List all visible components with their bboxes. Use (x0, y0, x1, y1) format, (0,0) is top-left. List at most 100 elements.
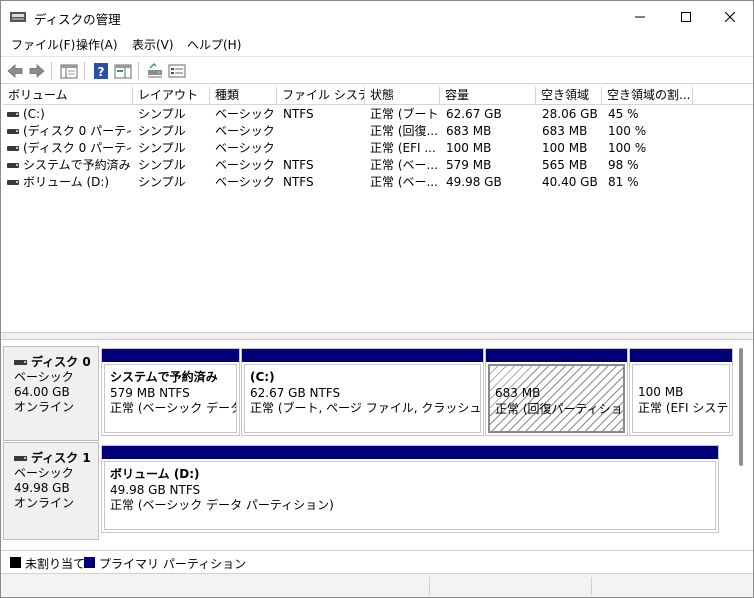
disk-1-status: オンライン (14, 496, 75, 510)
table-row[interactable]: (ディスク 0 パーティシ... シンプル ベーシック 正常 (EFI ... 100 … (3, 140, 753, 157)
maximize-button[interactable] (663, 1, 709, 33)
column-header-capacity[interactable]: 容量 (440, 87, 536, 105)
cell-volume-name: (C:) (23, 107, 45, 121)
partition-bar (102, 446, 718, 459)
partition-size: 683 MB (495, 386, 541, 400)
cell-layout: シンプル (138, 158, 186, 172)
menu-view[interactable]: 表示(V) (132, 36, 174, 53)
pane-splitter[interactable] (1, 332, 753, 340)
cell-type: ベーシック (215, 124, 275, 138)
partition-body-selected: 683 MB 正常 (回復パーティション) (488, 364, 625, 433)
partition-bar (102, 349, 239, 362)
cell-free-percent: 100 % (608, 124, 647, 138)
disk-drive-icon (14, 456, 27, 461)
partition-bar (486, 349, 627, 362)
partition-efi[interactable]: 100 MB 正常 (EFI システム (629, 348, 733, 436)
minimize-button[interactable] (617, 1, 663, 33)
table-row[interactable]: (C:) シンプル ベーシック NTFS 正常 (ブート... 62.67 GB 28.06… (3, 106, 753, 123)
menu-bar: ファイル(F) 操作(A) 表示(V) ヘルプ(H) (1, 33, 753, 55)
cell-capacity: 579 MB (446, 158, 492, 172)
cell-free-space: 100 MB (542, 141, 588, 155)
volume-icon (7, 146, 19, 151)
cell-free-percent: 81 % (608, 175, 639, 189)
cell-volume-name: システムで予約済み (23, 158, 131, 172)
table-row[interactable]: ボリューム (D:) シンプル ベーシック NTFS 正常 (ベー... 49.98 GB… (3, 174, 753, 191)
column-header-volume[interactable]: ボリューム (3, 87, 133, 105)
cell-type: ベーシック (215, 141, 275, 155)
svg-text:?: ? (98, 65, 105, 79)
disk-management-app-icon (10, 12, 26, 22)
partition-recovery[interactable]: 683 MB 正常 (回復パーティション) (485, 348, 628, 436)
vertical-scrollbar-thumb[interactable] (739, 348, 743, 466)
column-header-layout[interactable]: レイアウト (133, 87, 210, 105)
toolbar-separator (138, 62, 139, 80)
cell-free-space: 683 MB (542, 124, 588, 138)
minimize-icon (635, 16, 645, 18)
partition-size: 49.98 GB NTFS (110, 482, 201, 497)
disk-management-window: ディスクの管理 ファイル(F) 操作(A) 表示(V) ヘルプ(H) ? ボリュ… (0, 0, 754, 598)
column-header-free-percent[interactable]: 空き領域の割... (602, 87, 693, 105)
partition-size: 100 MB (638, 385, 684, 399)
menu-file[interactable]: ファイル(F) (11, 36, 75, 53)
back-arrow-icon[interactable] (5, 61, 25, 81)
cell-capacity: 683 MB (446, 124, 492, 138)
disk-0-status: オンライン (14, 400, 75, 414)
properties-icon[interactable] (167, 61, 187, 81)
menu-action[interactable]: 操作(A) (76, 36, 118, 53)
cell-file-system: NTFS (283, 107, 314, 121)
cell-volume-name: (ディスク 0 パーティシ... (23, 141, 131, 155)
partition-status: 正常 (EFI システム (638, 400, 730, 415)
partition-status: 正常 (ベーシック データ パー (110, 401, 236, 415)
disk-graphical-view: ディスク 0 ベーシック 64.00 GB オンライン システムで予約済み 57… (1, 340, 753, 548)
cell-file-system (283, 140, 363, 157)
cell-status: 正常 (回復... (370, 124, 438, 138)
volume-list: ボリューム レイアウト 種類 ファイル システム 状態 容量 空き領域 空き領域… (3, 87, 753, 331)
partition-size: 579 MB NTFS (110, 385, 190, 400)
cell-file-system (283, 123, 363, 140)
cell-capacity: 100 MB (446, 141, 492, 155)
menu-help[interactable]: ヘルプ(H) (187, 36, 241, 53)
disk-0-label[interactable]: ディスク 0 ベーシック 64.00 GB オンライン (3, 346, 99, 441)
close-button[interactable] (707, 1, 753, 33)
cell-layout: シンプル (138, 141, 186, 155)
cell-type: ベーシック (215, 158, 275, 172)
status-bar (1, 573, 753, 597)
column-header-type[interactable]: 種類 (210, 87, 277, 105)
column-header-free-space[interactable]: 空き領域 (536, 87, 602, 105)
forward-arrow-icon[interactable] (27, 61, 47, 81)
action-pane-icon[interactable] (113, 61, 133, 81)
status-bar-separator (591, 577, 592, 595)
disk-1-name: ディスク 1 (14, 451, 98, 466)
partition-c-drive[interactable]: (C:) 62.67 GB NTFS 正常 (ブート, ページ ファイル, クラ… (241, 348, 484, 436)
cell-capacity: 49.98 GB (446, 175, 502, 189)
cell-free-space: 40.40 GB (542, 175, 598, 189)
cell-free-space: 28.06 GB (542, 107, 598, 121)
toolbar-separator (51, 62, 52, 80)
help-icon[interactable]: ? (91, 61, 111, 81)
column-header-file-system[interactable]: ファイル システム (277, 87, 365, 105)
console-tree-icon[interactable] (59, 61, 79, 81)
table-row[interactable]: システムで予約済み シンプル ベーシック NTFS 正常 (ベー... 579 MB 565… (3, 157, 753, 174)
volume-icon (7, 163, 19, 168)
rescan-disks-icon[interactable] (145, 61, 165, 81)
partition-status: 正常 (回復パーティション) (495, 401, 623, 416)
partition-status: 正常 (ベーシック データ パーティション) (110, 498, 334, 512)
partition-body: ボリューム (D:) 49.98 GB NTFS 正常 (ベーシック データ パ… (104, 461, 716, 530)
toolbar-separator (84, 62, 85, 80)
table-row[interactable]: (ディスク 0 パーティシ... シンプル ベーシック 正常 (回復... 683 MB… (3, 123, 753, 140)
cell-status: 正常 (ベー... (370, 175, 438, 189)
disk-1-size: 49.98 GB (14, 481, 70, 495)
disk-1-label[interactable]: ディスク 1 ベーシック 49.98 GB オンライン (3, 442, 99, 540)
cell-volume-name: (ディスク 0 パーティシ... (23, 124, 131, 138)
partition-name: システムで予約済み (110, 370, 218, 384)
legend-bar: 未割り当て プライマリ パーティション (1, 550, 753, 572)
partition-bar (242, 349, 483, 362)
legend-label-unallocated: 未割り当て (25, 557, 86, 571)
volume-icon (7, 112, 19, 117)
column-header-status[interactable]: 状態 (365, 87, 440, 105)
cell-file-system: NTFS (283, 175, 314, 189)
partition-system-reserved[interactable]: システムで予約済み 579 MB NTFS 正常 (ベーシック データ パー (101, 348, 240, 436)
disk-0-name: ディスク 0 (14, 355, 98, 370)
partition-d-drive[interactable]: ボリューム (D:) 49.98 GB NTFS 正常 (ベーシック データ パ… (101, 445, 719, 533)
legend-swatch-unallocated (10, 557, 21, 568)
